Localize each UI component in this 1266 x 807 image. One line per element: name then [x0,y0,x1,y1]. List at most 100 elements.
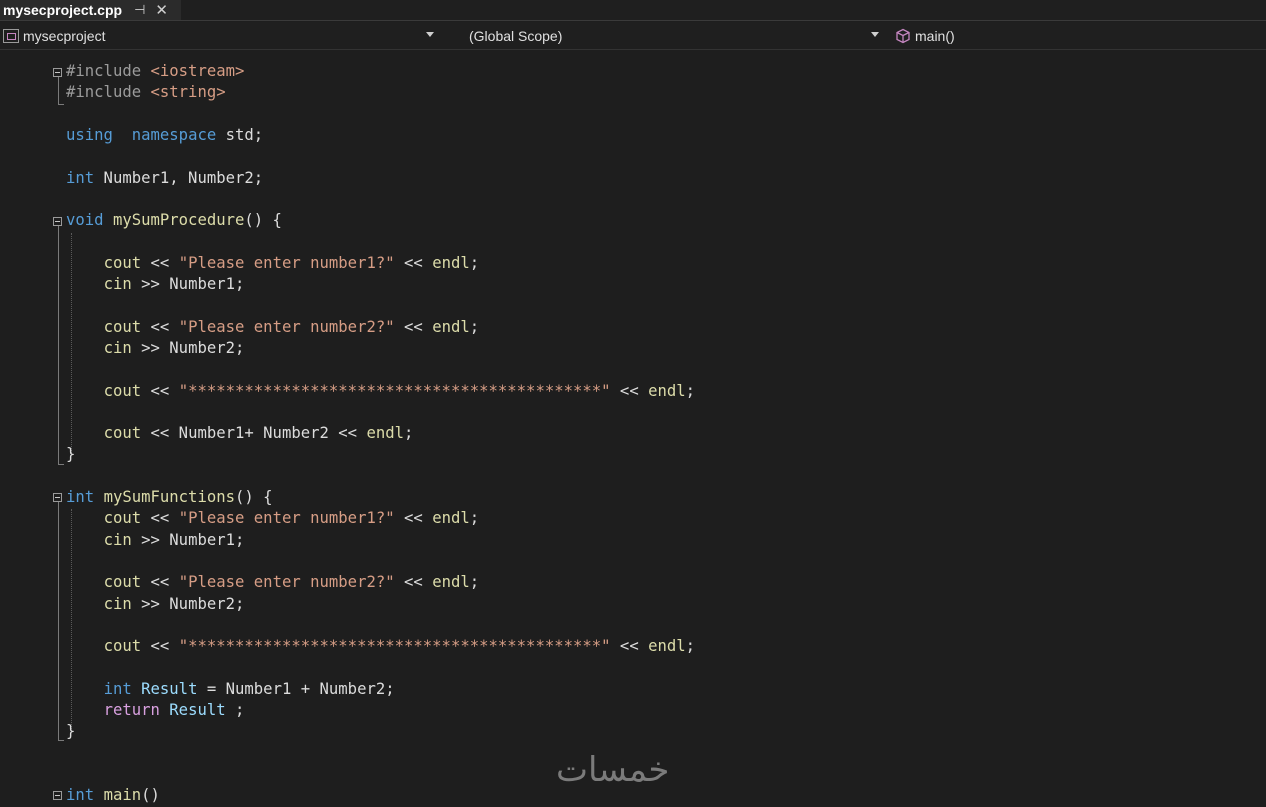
code-line[interactable]: cin >> Number2; [66,338,245,359]
code-token: mySumFunctions [103,488,235,506]
project-label: mysecproject [23,27,106,44]
fold-toggle-icon[interactable] [53,68,62,77]
code-line[interactable]: } [66,721,75,742]
code-line[interactable]: cin >> Number2; [66,594,245,615]
watermark: خمسات [556,750,670,790]
code-token: int [103,679,132,698]
scope-label: (Global Scope) [469,27,563,44]
code-token: ; [469,509,480,528]
close-icon[interactable]: ✕ [155,1,168,19]
tab-title[interactable]: mysecproject.cpp [3,2,122,18]
code-token: cout [103,509,142,528]
code-token: << Number1+ Number2 << [141,424,367,443]
fold-line-end [58,740,64,741]
code-line[interactable]: cin >> Number1; [66,530,245,551]
code-line[interactable]: void mySumProcedure() { [66,210,282,231]
code-token: "Please enter number1?" [178,509,395,528]
code-line[interactable]: #include <string> [66,82,226,103]
code-line[interactable]: cin >> Number1; [66,274,245,295]
code-token: >> Number1; [131,530,245,549]
code-line[interactable]: cout << Number1+ Number2 << endl; [66,423,414,444]
code-line[interactable]: cout << "Please enter number2?" << endl; [66,572,480,593]
code-line[interactable]: cout << "*******************************… [66,381,696,402]
code-token: << [141,317,179,336]
code-token: std; [216,125,264,144]
code-editor[interactable]: #include <iostream> #include <string> usin… [0,50,1266,807]
fold-toggle-icon[interactable] [53,217,62,226]
code-token: << [141,253,179,272]
code-line[interactable]: cout << "Please enter number1?" << endl; [66,508,480,529]
code-token: cout [103,317,142,336]
code-token: cout [103,381,142,400]
code-token: >> Number1; [131,275,245,293]
code-token: ; [404,424,414,443]
code-line[interactable]: using namespace std; [66,125,263,146]
scope-dropdown[interactable]: (Global Scope) [445,23,885,48]
document-tab[interactable]: mysecproject.cpp ⊣ ✕ [0,0,181,20]
code-token: using [66,125,113,144]
code-token: <iostream> [150,62,245,80]
code-line[interactable]: return Result ; [66,700,245,721]
code-token: << [394,253,433,272]
code-line[interactable]: int main() [66,785,160,806]
code-line[interactable]: int Result = Number1 + Number2; [66,679,395,700]
code-line[interactable]: cout << "Please enter number1?" << endl; [66,253,480,274]
code-token: () { [235,488,273,506]
fold-toggle-icon[interactable] [53,493,62,502]
code-token: int [66,488,95,506]
fold-toggle-icon[interactable] [53,791,62,800]
code-line[interactable]: } [66,444,75,465]
code-line[interactable]: int mySumFunctions() { [66,487,273,508]
code-token: () { [244,211,282,230]
fold-line-end [58,104,64,105]
code-token: cout [103,573,142,592]
navigation-bar: mysecproject (Global Scope) main() [0,22,1266,50]
code-line[interactable]: int Number1, Number2; [66,168,263,189]
code-token: int [66,168,95,187]
member-dropdown[interactable]: main() [891,23,1266,48]
pin-icon[interactable]: ⊣ [134,2,145,18]
code-line[interactable]: #include <iostream> [66,61,244,82]
code-token: "***************************************… [178,637,611,656]
code-token: "Please enter number2?" [178,573,395,592]
code-token: } [66,722,76,741]
code-token: #include [66,83,151,102]
code-token: >> Number2; [131,594,245,613]
code-token: #include [66,62,151,80]
code-token: "Please enter number1?" [178,253,395,272]
code-token: () [141,786,160,805]
code-token: ; [685,637,696,656]
project-dropdown[interactable]: mysecproject [0,23,440,48]
code-token: << [141,573,179,592]
code-line[interactable]: cout << "*******************************… [66,636,696,657]
code-token: << [394,317,433,336]
code-token: endl [432,573,470,592]
code-token: endl [432,253,470,272]
cube-icon [896,28,910,43]
code-line[interactable]: cout << "Please enter number2?" << endl; [66,317,480,338]
chevron-down-icon[interactable] [871,32,879,37]
code-token: int [66,786,95,805]
code-token: "Please enter number2?" [178,317,395,336]
code-token: << [394,573,433,592]
code-token: cout [103,424,142,443]
code-token: endl [432,317,470,336]
fold-line [58,226,59,464]
fold-line [58,502,59,740]
chevron-down-icon[interactable] [426,32,434,37]
code-token: endl [648,637,686,656]
editor-gutter [0,50,18,807]
code-token: ; [225,701,245,719]
code-token: = Number1 + Number2; [197,679,395,698]
